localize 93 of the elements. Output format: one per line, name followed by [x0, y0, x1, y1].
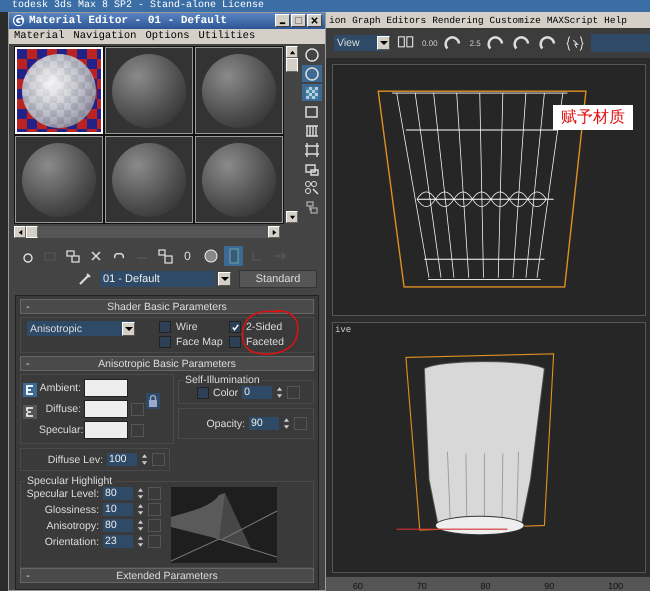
- parameter-label: Orientation:: [44, 536, 99, 548]
- eyedropper-icon[interactable]: [77, 271, 93, 287]
- number-field[interactable]: 80: [103, 519, 133, 532]
- spinner-icon[interactable]: [137, 503, 144, 516]
- close-button[interactable]: [307, 14, 322, 28]
- group-title: Self-Illumination: [184, 374, 261, 386]
- spinner-icon[interactable]: [137, 519, 144, 532]
- scroll-down-icon[interactable]: [288, 214, 296, 220]
- checkbox-label: Color: [213, 386, 238, 398]
- horizontal-scrollbar[interactable]: [14, 226, 280, 238]
- parameter-label: Anisotropy:: [45, 520, 99, 532]
- checkbox[interactable]: [159, 321, 171, 333]
- material-type-button[interactable]: Standard: [239, 270, 317, 288]
- frame-number: 60: [352, 581, 363, 591]
- checkbox-label: Face Map: [176, 336, 223, 348]
- lock-toggle-icon[interactable]: [23, 383, 37, 397]
- spinner-icon[interactable]: [283, 417, 290, 430]
- maximize-button[interactable]: [291, 14, 306, 28]
- color-swatch[interactable]: [84, 379, 128, 397]
- parameter-label: Glossiness:: [44, 504, 99, 516]
- menu-item[interactable]: ion: [329, 14, 346, 26]
- maximize-icon: [294, 16, 303, 26]
- parameter-label: Opacity:: [206, 418, 245, 430]
- checkbox[interactable]: [229, 321, 241, 333]
- shader-dropdown[interactable]: Anisotropic: [27, 321, 135, 336]
- color-label: Specular:: [39, 424, 81, 436]
- rollout-header[interactable]: - Anisotropic Basic Parameters: [20, 356, 314, 371]
- number-field[interactable]: 100: [107, 453, 137, 466]
- window-title: Material Editor - 01 - Default: [29, 14, 228, 27]
- checkbox-label: Wire: [176, 321, 198, 333]
- number-field[interactable]: 90: [249, 417, 279, 430]
- checkbox-label: 2-Sided: [246, 321, 282, 333]
- toolbar-icon[interactable]: [302, 141, 322, 158]
- spinner-icon[interactable]: [141, 453, 148, 466]
- scroll-left-icon[interactable]: [16, 228, 24, 236]
- toolbar-icon[interactable]: [302, 84, 322, 101]
- scroll-right-icon[interactable]: [270, 228, 278, 236]
- close-icon: [310, 16, 319, 26]
- number-field[interactable]: 0: [242, 386, 272, 399]
- checkbox[interactable]: [159, 336, 171, 348]
- frame-number: 70: [416, 581, 427, 591]
- menu-item[interactable]: MAXScript: [546, 14, 598, 26]
- viewport-label: ive: [335, 324, 352, 334]
- toolbar-icon[interactable]: [302, 65, 322, 82]
- frame-number: 100: [608, 581, 624, 591]
- menu-item[interactable]: Options: [145, 30, 190, 42]
- spinner-icon[interactable]: [137, 487, 144, 500]
- number-field[interactable]: 80: [103, 487, 133, 500]
- rollout-header[interactable]: - Extended Parameters: [20, 568, 314, 583]
- menu-item[interactable]: Customize: [490, 14, 541, 26]
- menu-item[interactable]: Material: [14, 30, 64, 42]
- annotation-label: 赋予材质: [553, 105, 633, 130]
- lock-icon[interactable]: [146, 393, 160, 409]
- viewport[interactable]: 赋予材质: [332, 64, 646, 316]
- toolbar-icon[interactable]: 0: [178, 246, 197, 266]
- selection-set-field[interactable]: [590, 34, 650, 52]
- menu-item[interactable]: Rendering: [432, 14, 484, 26]
- snap-value[interactable]: 0.00: [422, 38, 438, 48]
- selection-set-icon[interactable]: [564, 34, 585, 52]
- number-field[interactable]: 23: [103, 535, 133, 548]
- parameter-label: Specular Level:: [26, 488, 99, 500]
- checkbox[interactable]: [229, 336, 241, 348]
- menu-item[interactable]: Utilities: [198, 30, 256, 42]
- reference-coordinate-dropdown[interactable]: View: [334, 35, 390, 51]
- minimize-button[interactable]: [275, 14, 290, 28]
- rollout-header[interactable]: - Shader Basic Parameters: [20, 299, 314, 314]
- app-icon: [12, 14, 25, 28]
- checkbox[interactable]: [197, 386, 209, 398]
- lock-toggle-icon[interactable]: [23, 405, 37, 419]
- frame-number: 80: [480, 581, 490, 591]
- checkbox-label: Faceted: [246, 336, 284, 348]
- viewport[interactable]: ive: [332, 322, 646, 573]
- frame-number: 90: [544, 581, 554, 591]
- menu-item[interactable]: Graph Editors: [352, 14, 426, 26]
- spinner-icon[interactable]: [276, 386, 284, 399]
- angle-snap-value[interactable]: 2.5: [470, 38, 481, 48]
- menu-item[interactable]: Help: [604, 14, 627, 26]
- number-field[interactable]: 10: [103, 503, 133, 516]
- color-label: Ambient:: [39, 382, 81, 394]
- scroll-thumb[interactable]: [26, 226, 38, 238]
- spinner-icon[interactable]: [137, 535, 144, 548]
- material-name-field[interactable]: 01 - Default: [100, 271, 215, 287]
- vertical-scrollbar[interactable]: [286, 46, 298, 223]
- dropdown-button[interactable]: [218, 272, 231, 286]
- menu-item[interactable]: Navigation: [73, 30, 136, 42]
- color-label: Diffuse:: [44, 403, 81, 415]
- scroll-thumb[interactable]: [286, 58, 298, 72]
- app-title: todesk 3ds Max 8 SP2 - Stand-alone License: [0, 0, 650, 12]
- parameter-label: Diffuse Lev:: [48, 454, 103, 466]
- scroll-up-icon[interactable]: [288, 48, 296, 56]
- group-title: Specular Highlight: [26, 475, 114, 487]
- color-swatch[interactable]: [84, 400, 128, 418]
- color-swatch[interactable]: [84, 421, 128, 439]
